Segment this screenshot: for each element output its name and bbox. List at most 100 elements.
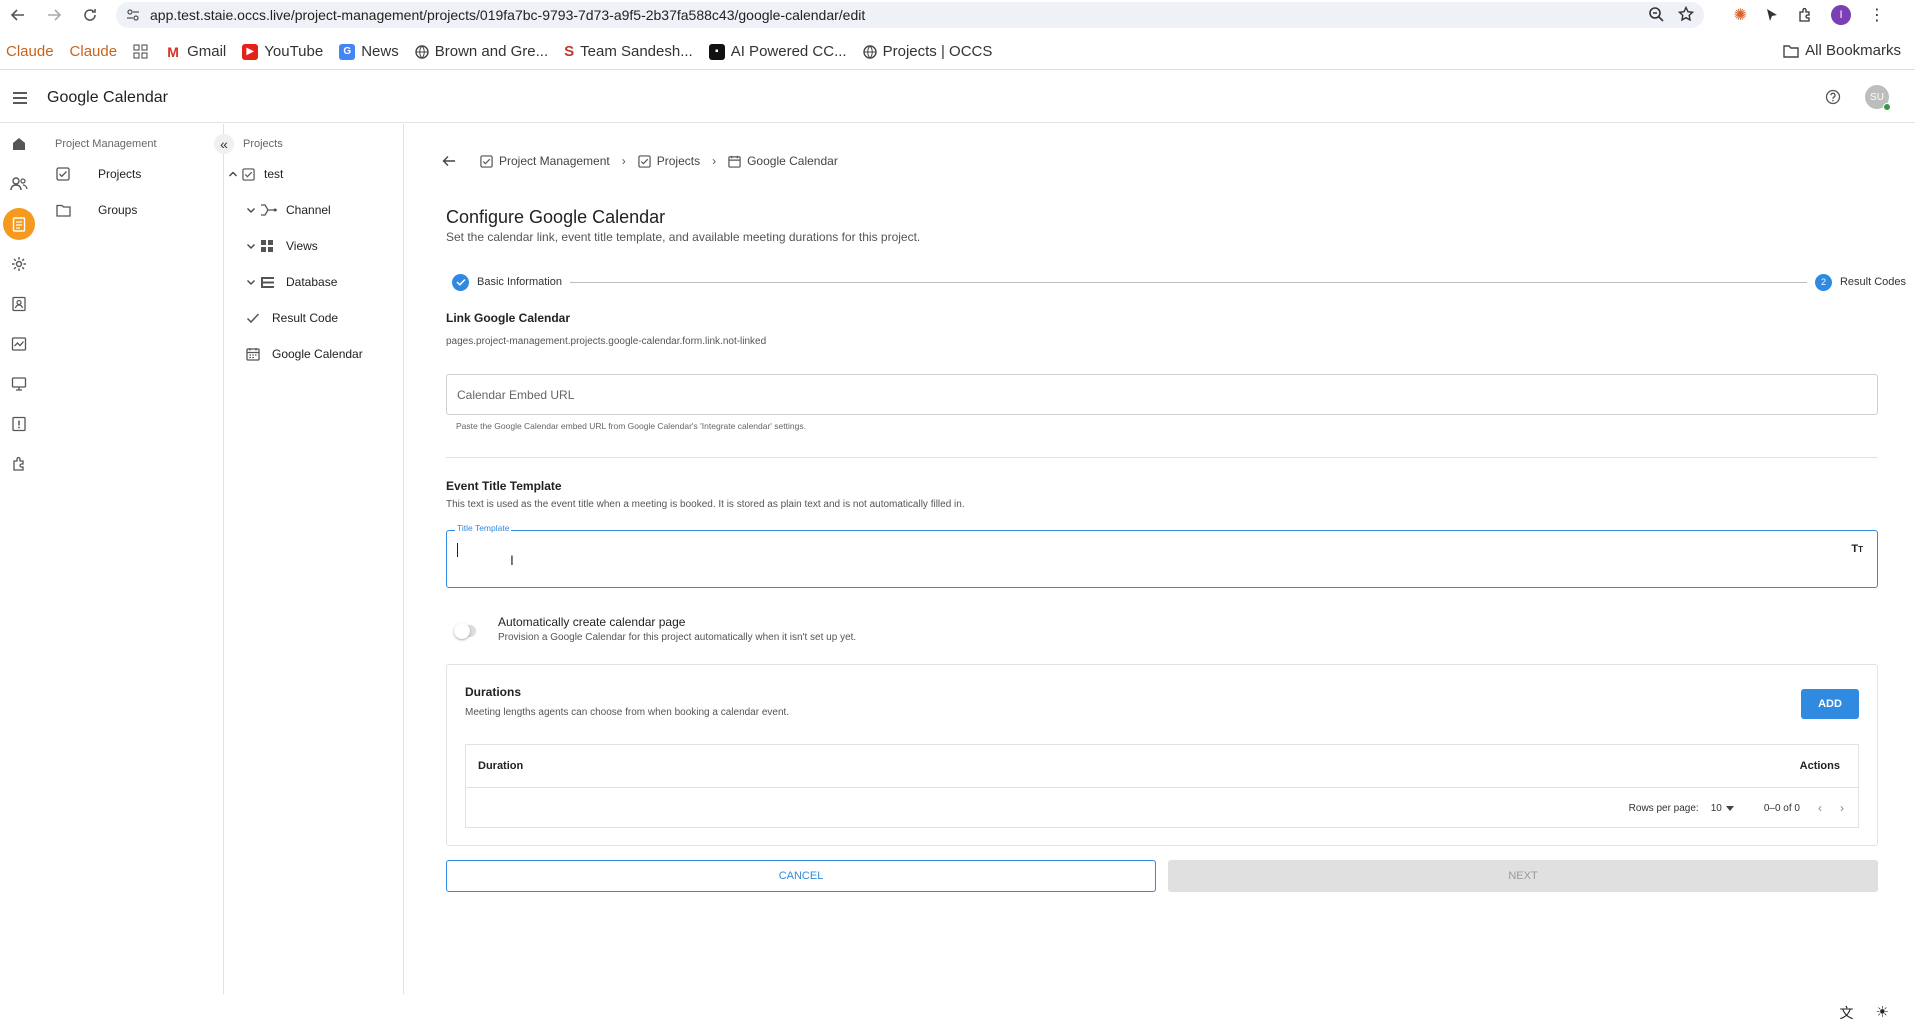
durations-table: Duration Actions Rows per page: 10 0–0 o… xyxy=(465,744,1859,828)
step-number: 2 xyxy=(1814,273,1832,291)
database-icon xyxy=(260,276,280,289)
rail-users-icon[interactable] xyxy=(0,164,38,204)
theme-toggle-icon[interactable]: ☀ xyxy=(1876,1003,1889,1023)
bookmark-projects[interactable]: Projects | OCCS xyxy=(862,43,992,60)
bookmark-gmail[interactable]: M Gmail xyxy=(165,43,226,60)
event-section-title: Event Title Template xyxy=(446,479,562,493)
durations-title: Durations xyxy=(465,685,522,699)
rail-analytics-icon[interactable] xyxy=(0,324,38,364)
translate-icon[interactable]: 文 xyxy=(1840,1003,1854,1023)
title-template-input[interactable]: Title Template I TT xyxy=(446,523,1878,588)
reload-icon[interactable] xyxy=(72,0,108,30)
breadcrumb-project-management[interactable]: Project Management xyxy=(480,154,610,168)
rail-settings-icon[interactable] xyxy=(0,244,38,284)
auto-create-label: Automatically create calendar page xyxy=(498,615,686,629)
link-section-title: Link Google Calendar xyxy=(446,311,571,325)
step-result-codes[interactable]: Result Codes xyxy=(1840,276,1906,288)
main-content: Project Management › Projects › Google C… xyxy=(404,124,1915,994)
site-settings-icon[interactable] xyxy=(126,8,140,22)
rail-monitor-icon[interactable] xyxy=(0,364,38,404)
chevron-down-icon[interactable] xyxy=(246,241,260,251)
sidebar-item-groups[interactable]: Groups xyxy=(38,192,223,228)
apps-grid-icon[interactable] xyxy=(133,44,149,60)
bookmark-youtube[interactable]: ▶ YouTube xyxy=(242,43,323,60)
bookmark-news[interactable]: G News xyxy=(339,43,399,60)
profile-avatar[interactable]: I xyxy=(1831,5,1851,25)
breadcrumb-projects[interactable]: Projects xyxy=(638,154,700,168)
toggle-knob xyxy=(454,623,470,639)
tree-item-channel[interactable]: Channel xyxy=(224,192,403,228)
calendar-url-helper: Paste the Google Calendar embed URL from… xyxy=(456,421,806,431)
stepper: Basic Information 2 Result Codes xyxy=(452,272,1906,292)
rows-per-page-label: Rows per page: xyxy=(1628,802,1699,814)
checkbox-icon xyxy=(638,154,651,168)
durations-card: Durations Meeting lengths agents can cho… xyxy=(446,664,1878,846)
text-format-icon[interactable]: TT xyxy=(1851,543,1863,555)
user-avatar[interactable]: SU xyxy=(1865,85,1891,111)
chevron-down-icon[interactable] xyxy=(246,277,260,287)
address-bar[interactable]: app.test.staie.occs.live/project-managem… xyxy=(116,2,1704,28)
panel-title: Projects xyxy=(243,138,283,150)
rows-per-page-select[interactable]: 10 xyxy=(1711,803,1734,814)
youtube-icon: ▶ xyxy=(242,43,259,60)
menu-icon[interactable] xyxy=(0,91,40,105)
check-icon xyxy=(452,273,469,291)
step-basic-information[interactable]: Basic Information xyxy=(477,276,562,288)
rail-extensions-icon[interactable] xyxy=(0,444,38,484)
back-arrow-icon[interactable] xyxy=(442,155,456,167)
bookmark-brown[interactable]: Brown and Gre... xyxy=(415,43,548,60)
column-duration[interactable]: Duration xyxy=(478,760,523,772)
add-duration-button[interactable]: ADD xyxy=(1801,689,1859,719)
tree-item-test[interactable]: test xyxy=(224,156,403,192)
project-management-panel: Project Management « Projects Groups xyxy=(38,124,234,994)
ibeam-cursor-icon: I xyxy=(510,552,514,568)
page-title: Configure Google Calendar xyxy=(446,207,666,227)
event-section-subtitle: This text is used as the event title whe… xyxy=(446,499,965,510)
rail-alert-icon[interactable] xyxy=(0,404,38,444)
rail-projects-icon[interactable] xyxy=(0,204,38,244)
globe-icon xyxy=(862,44,877,59)
extensions-puzzle-icon[interactable] xyxy=(1797,7,1813,23)
sidebar-item-projects[interactable]: Projects xyxy=(38,156,223,192)
auto-create-toggle[interactable] xyxy=(454,623,476,639)
bookmark-claude-2[interactable]: Claude xyxy=(70,43,118,60)
durations-subtitle: Meeting lengths agents can choose from w… xyxy=(465,707,790,718)
breadcrumb: Project Management › Projects › Google C… xyxy=(442,154,838,168)
bookmark-star-icon[interactable] xyxy=(1678,6,1694,22)
gmail-icon: M xyxy=(167,43,179,60)
tree-item-views[interactable]: Views xyxy=(224,228,403,264)
text-caret xyxy=(457,543,458,557)
next-page-icon[interactable]: › xyxy=(1840,801,1844,815)
link-status: pages.project-management.projects.google… xyxy=(446,336,767,347)
bookmark-ai[interactable]: ▪ AI Powered CC... xyxy=(708,43,847,60)
tree-item-result-code[interactable]: Result Code xyxy=(224,300,403,336)
more-vert-icon[interactable]: ⋮ xyxy=(1869,5,1885,25)
claude-extension-icon[interactable]: ✺ xyxy=(1734,5,1747,25)
zoom-icon[interactable] xyxy=(1648,6,1664,22)
column-actions: Actions xyxy=(1799,760,1840,772)
cursor-extension-icon[interactable] xyxy=(1765,8,1779,22)
cancel-button[interactable]: CANCEL xyxy=(446,860,1156,892)
rail-home-icon[interactable] xyxy=(0,124,38,164)
globe-icon xyxy=(415,44,429,59)
back-arrow-icon[interactable] xyxy=(0,0,36,30)
bookmarks-bar: Claude Claude M Gmail ▶ YouTube G News Brow… xyxy=(0,34,1915,70)
bookmark-claude-1[interactable]: Claude xyxy=(6,43,54,60)
bookmark-team[interactable]: S Team Sandesh... xyxy=(564,43,693,60)
next-button[interactable]: NEXT xyxy=(1168,860,1878,892)
table-pagination: Rows per page: 10 0–0 of 0 ‹ › xyxy=(466,788,1858,828)
ai-icon: ▪ xyxy=(708,43,725,60)
panel-title: Project Management xyxy=(55,138,157,150)
chevron-up-icon[interactable] xyxy=(228,169,242,179)
forward-arrow-icon[interactable] xyxy=(36,0,72,30)
rail-contacts-icon[interactable] xyxy=(0,284,38,324)
tree-item-database[interactable]: Database xyxy=(224,264,403,300)
calendar-icon xyxy=(246,347,266,361)
prev-page-icon[interactable]: ‹ xyxy=(1818,801,1822,815)
calendar-embed-url-input[interactable]: Calendar Embed URL xyxy=(446,374,1878,415)
help-icon[interactable] xyxy=(1825,89,1841,105)
chevron-down-icon[interactable] xyxy=(246,205,260,215)
footer-icons: 文 ☀ xyxy=(1840,1003,1889,1023)
all-bookmarks[interactable]: All Bookmarks xyxy=(1783,42,1901,59)
tree-item-google-calendar[interactable]: Google Calendar xyxy=(224,336,403,372)
